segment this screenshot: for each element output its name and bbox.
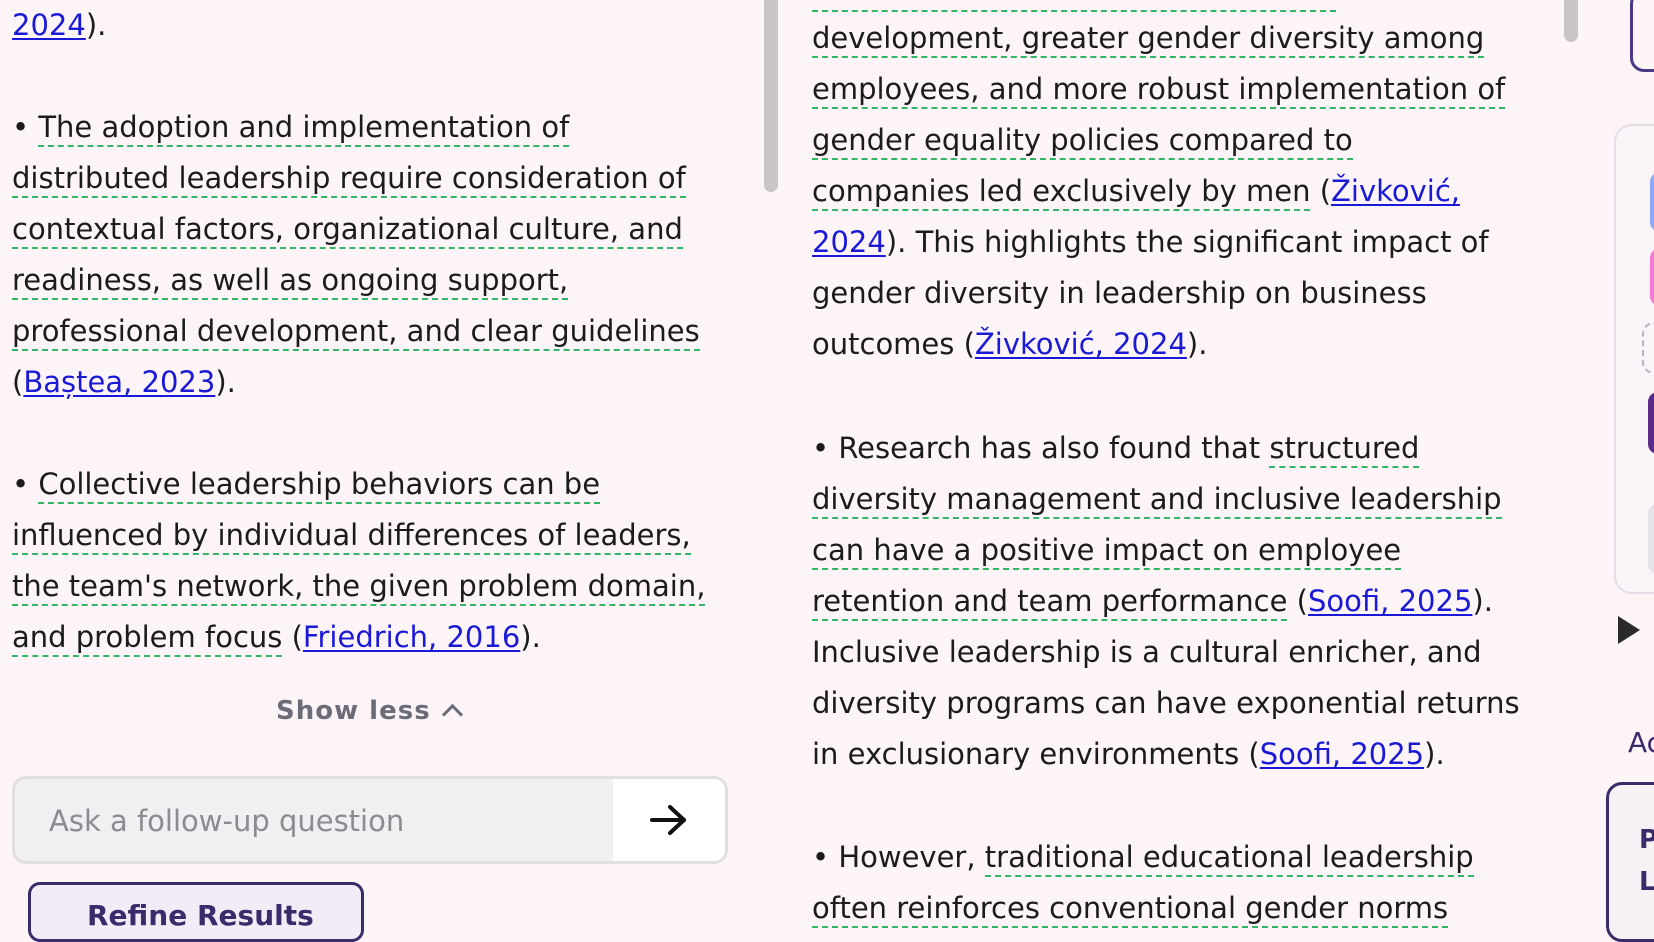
gray-chip[interactable] (1648, 504, 1654, 574)
add-chip[interactable] (1642, 322, 1654, 374)
arrow-right-icon (650, 805, 686, 835)
citation-link[interactable]: Živković, 2024 (975, 327, 1187, 361)
chevron-up-icon (441, 703, 463, 726)
citation-link[interactable]: Soofi, 2025 (1260, 737, 1424, 771)
submit-button[interactable] (613, 779, 725, 861)
citation-link[interactable]: 2024 (12, 8, 86, 42)
underline-fragment (812, 0, 1336, 12)
pink-chip[interactable] (1650, 248, 1654, 306)
side-panel: Ac P L (1606, 0, 1654, 942)
play-icon[interactable] (1618, 616, 1640, 644)
paragraph-gender-diversity: development, greater gender diversity am… (812, 21, 1506, 361)
blue-chip[interactable] (1650, 172, 1654, 232)
scrollbar-thumb[interactable] (1564, 0, 1578, 42)
bullet-collective-leadership: • Collective leadership behaviors can be… (12, 459, 706, 663)
bullet-distributed-leadership: • The adoption and implementation of dis… (12, 110, 700, 399)
side-card[interactable]: P L (1606, 782, 1654, 942)
show-less-button[interactable]: Show less (276, 696, 463, 726)
followup-input[interactable] (15, 779, 651, 861)
side-label: Ac (1628, 726, 1654, 759)
citation-link[interactable]: Friedrich, 2016 (303, 620, 520, 654)
text-line: 2024). (12, 8, 107, 42)
panel-button[interactable] (1630, 0, 1654, 72)
followup-box (12, 776, 728, 864)
citation-link[interactable]: Baștea, 2023 (23, 365, 215, 399)
citation-link[interactable]: Živković, (1331, 174, 1460, 208)
citation-link[interactable]: 2024 (812, 225, 886, 259)
bullet-traditional-leadership: • However, traditional educational leade… (812, 832, 1474, 934)
bullet-diversity-management: • Research has also found that structure… (812, 431, 1520, 771)
citation-link[interactable]: Soofi, 2025 (1308, 584, 1472, 618)
purple-chip[interactable] (1648, 392, 1654, 454)
refine-results-button[interactable]: Refine Results (28, 882, 364, 942)
filter-card (1614, 124, 1654, 594)
scrollbar-thumb[interactable] (764, 0, 778, 192)
